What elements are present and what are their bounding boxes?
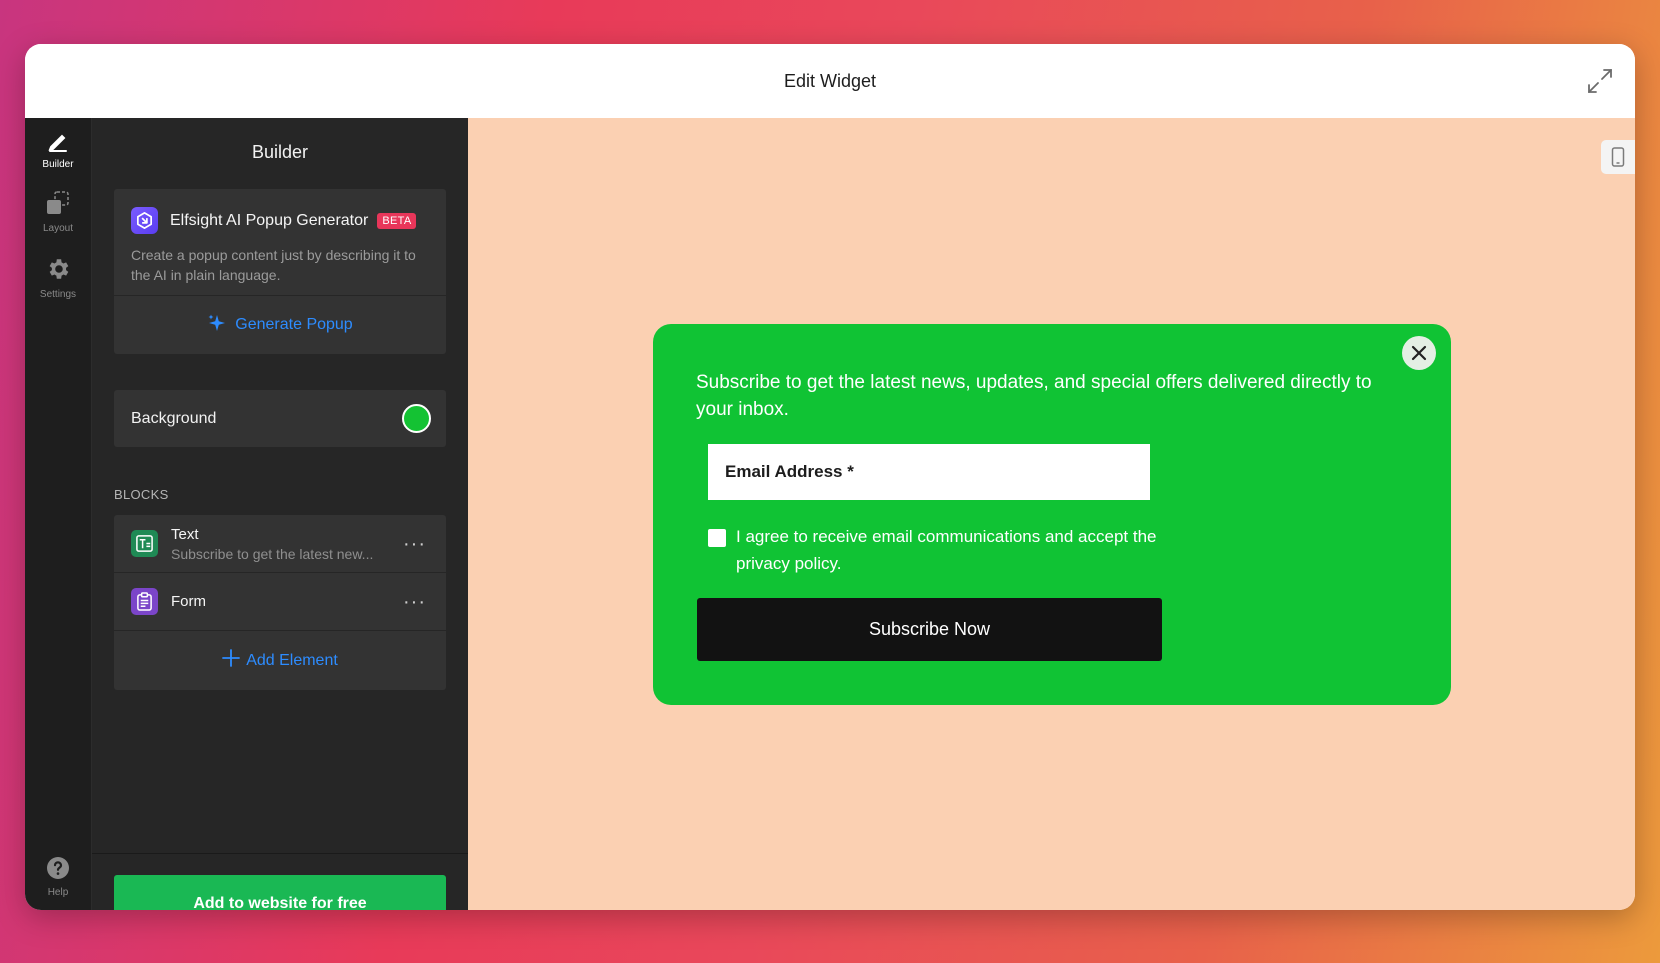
ai-generator-title: Elfsight AI Popup Generator bbox=[170, 211, 369, 229]
add-element-button[interactable]: Add Element bbox=[114, 631, 446, 690]
rail-item-label: Settings bbox=[39, 289, 77, 300]
add-to-website-button[interactable]: Add to website for free bbox=[114, 875, 446, 910]
block-item-form[interactable]: Form ··· bbox=[114, 573, 446, 630]
consent-label: I agree to receive email communications … bbox=[736, 527, 1157, 573]
divider bbox=[92, 853, 468, 854]
block-name: Text bbox=[171, 525, 199, 543]
subscribe-button[interactable]: Subscribe Now bbox=[697, 598, 1162, 661]
background-setting[interactable]: Background bbox=[114, 390, 446, 447]
background-label: Background bbox=[131, 409, 217, 427]
blocks-section-label: BLOCKS bbox=[114, 487, 169, 502]
more-options-icon[interactable]: ··· bbox=[403, 592, 426, 612]
subscribe-popup: Subscribe to get the latest news, update… bbox=[653, 324, 1451, 705]
sparkle-icon bbox=[207, 313, 235, 338]
side-rail: Builder Layout Settings Help bbox=[25, 118, 92, 910]
consent-row: I agree to receive email communications … bbox=[708, 527, 1168, 577]
rail-item-label: Builder bbox=[42, 159, 74, 170]
consent-checkbox[interactable] bbox=[708, 529, 726, 547]
rail-item-help[interactable]: Help bbox=[25, 856, 91, 898]
title-bar: Edit Widget bbox=[25, 44, 1635, 119]
block-name: Form bbox=[171, 593, 206, 610]
add-element-label: Add Element bbox=[246, 651, 338, 669]
window-title: Edit Widget bbox=[783, 70, 877, 91]
blocks-list: Text Subscribe to get the latest new... … bbox=[114, 515, 446, 690]
mobile-device-icon[interactable] bbox=[1601, 140, 1635, 174]
block-subtitle: Subscribe to get the latest new... bbox=[171, 545, 374, 562]
more-options-icon[interactable]: ··· bbox=[403, 534, 426, 554]
help-icon bbox=[46, 856, 70, 883]
rail-item-builder[interactable]: Builder bbox=[25, 130, 91, 170]
generate-popup-button[interactable]: Generate Popup bbox=[114, 296, 446, 354]
ai-generator-description: Create a popup content just by describin… bbox=[131, 247, 416, 283]
text-block-icon bbox=[131, 530, 158, 557]
email-field[interactable] bbox=[708, 444, 1150, 500]
form-block-icon bbox=[131, 588, 158, 615]
elfsight-ai-logo-icon bbox=[131, 207, 158, 234]
ai-generator-card: Elfsight AI Popup Generator BETA Create … bbox=[114, 189, 446, 354]
close-icon[interactable] bbox=[1402, 336, 1436, 370]
expand-icon[interactable] bbox=[1585, 66, 1615, 96]
panel-title: Builder bbox=[251, 142, 309, 162]
layout-icon bbox=[45, 190, 71, 219]
block-item-text[interactable]: Text Subscribe to get the latest new... … bbox=[114, 515, 446, 572]
rail-item-label: Layout bbox=[42, 223, 74, 234]
plus-icon bbox=[222, 649, 246, 672]
beta-badge: BETA bbox=[377, 212, 417, 229]
pencil-icon bbox=[47, 130, 69, 155]
builder-panel: Builder Elfsight AI Popup Generator BETA… bbox=[92, 118, 468, 910]
generate-popup-label: Generate Popup bbox=[235, 316, 353, 333]
background-color-swatch[interactable] bbox=[402, 404, 431, 433]
popup-message: Subscribe to get the latest news, update… bbox=[696, 372, 1372, 420]
rail-item-label: Help bbox=[47, 887, 69, 898]
edit-widget-window: Edit Widget Builder Layout Settings Help… bbox=[25, 44, 1635, 910]
widget-preview: Subscribe to get the latest news, update… bbox=[468, 118, 1635, 910]
rail-item-settings[interactable]: Settings bbox=[25, 256, 91, 300]
gear-icon bbox=[45, 256, 71, 285]
rail-item-layout[interactable]: Layout bbox=[25, 190, 91, 234]
